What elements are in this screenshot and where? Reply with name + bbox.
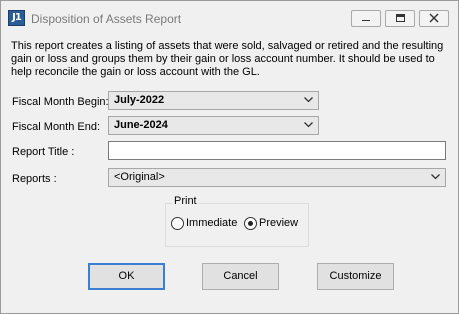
minimize-icon (362, 20, 370, 21)
maximize-button[interactable] (385, 10, 415, 27)
radio-circle (244, 217, 257, 230)
print-group-label: Print (172, 195, 199, 207)
fiscal-month-end-select[interactable]: June-2024 (108, 116, 319, 135)
maximize-icon (396, 14, 405, 22)
cancel-button[interactable]: Cancel (202, 263, 279, 290)
preview-radio-label: Preview (259, 217, 299, 229)
fiscal-month-begin-value: July-2022 (114, 94, 165, 106)
radio-circle (171, 217, 184, 230)
app-icon: J1 (8, 10, 25, 26)
customize-button[interactable]: Customize (317, 263, 394, 290)
title-bar[interactable]: J1 Disposition of Assets Report (1, 1, 458, 33)
chevron-down-icon (431, 174, 440, 180)
chevron-down-icon (304, 122, 313, 128)
fiscal-month-end-label: Fiscal Month End: (12, 121, 101, 133)
minimize-button[interactable] (351, 10, 381, 27)
report-description: This report creates a listing of assets … (11, 40, 444, 78)
fiscal-month-begin-select[interactable]: July-2022 (108, 91, 319, 110)
reports-label: Reports : (12, 173, 57, 185)
ok-button[interactable]: OK (88, 263, 165, 290)
window-title: Disposition of Assets Report (31, 12, 182, 26)
immediate-radio-label: Immediate (186, 217, 238, 229)
fiscal-month-end-value: June-2024 (114, 119, 168, 131)
chevron-down-icon (304, 97, 313, 103)
report-title-input[interactable] (108, 141, 446, 160)
reports-value: <Original> (114, 171, 165, 183)
report-title-label: Report Title : (12, 146, 75, 158)
radio-selected-dot (248, 221, 253, 226)
reports-select[interactable]: <Original> (108, 168, 446, 187)
close-icon (429, 13, 439, 23)
dialog-window: J1 Disposition of Assets Report This rep… (0, 0, 459, 314)
fiscal-month-begin-label: Fiscal Month Begin: (12, 96, 109, 108)
close-button[interactable] (419, 10, 449, 27)
